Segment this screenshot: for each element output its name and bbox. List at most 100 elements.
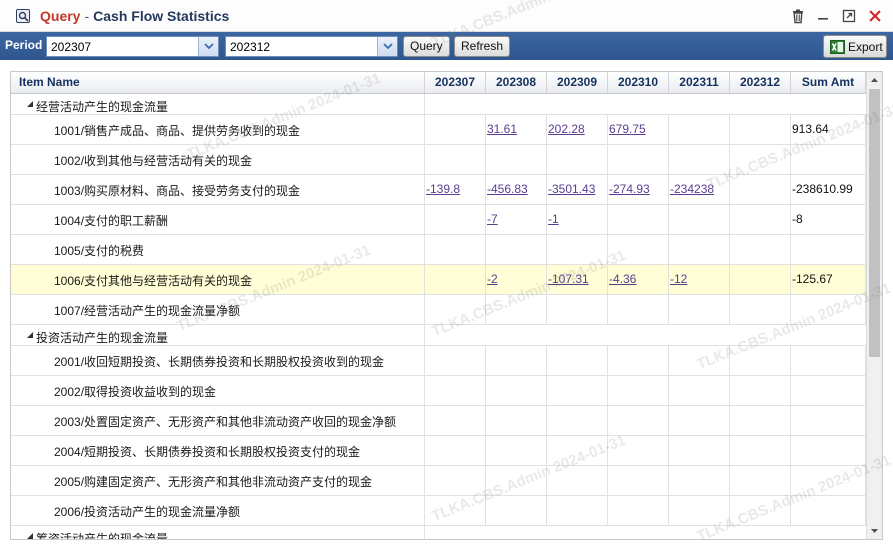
value-cell xyxy=(730,406,791,435)
sum-cell: -238610.99 xyxy=(791,175,866,204)
table-row[interactable]: 1006/支付其他与经营活动有关的现金 -2 -107.31 -4.36 -12 -125… xyxy=(11,265,866,295)
scroll-down-icon[interactable] xyxy=(867,523,882,539)
table-row[interactable]: 2004/短期投资、长期债券投资和长期股权投资支付的现金 xyxy=(11,436,866,466)
group-row[interactable]: 经营活动产生的现金流量 xyxy=(11,94,866,115)
value-cell[interactable]: 679.75 xyxy=(608,115,669,144)
expand-triangle-icon[interactable] xyxy=(27,101,33,107)
value-cell[interactable]: -7 xyxy=(486,205,547,234)
table-row[interactable]: 1002/收到其他与经营活动有关的现金 xyxy=(11,145,866,175)
value-cell[interactable]: -139.8 xyxy=(425,175,486,204)
sum-cell xyxy=(791,346,866,375)
expand-triangle-icon[interactable] xyxy=(27,533,33,539)
value-cell xyxy=(730,205,791,234)
value-cell xyxy=(425,325,486,345)
trash-icon[interactable] xyxy=(790,8,806,24)
value-link[interactable]: -3501.43 xyxy=(548,182,595,196)
value-link[interactable]: -107.31 xyxy=(548,272,589,286)
value-link[interactable]: -234238 xyxy=(670,182,714,196)
column-header-period[interactable]: 202312 xyxy=(730,72,791,93)
value-link[interactable]: -12 xyxy=(670,272,687,286)
value-cell[interactable]: -456.83 xyxy=(486,175,547,204)
value-cell xyxy=(547,376,608,405)
value-link[interactable]: -1 xyxy=(548,212,559,226)
column-header-sum-amt[interactable]: Sum Amt xyxy=(791,72,866,93)
value-link[interactable]: 31.61 xyxy=(487,122,517,136)
chevron-down-icon[interactable] xyxy=(198,37,218,56)
value-cell xyxy=(486,526,547,539)
group-row[interactable]: 筹资活动产生的现金流量 xyxy=(11,526,866,539)
minimize-icon[interactable] xyxy=(815,8,831,24)
chevron-down-icon[interactable] xyxy=(377,37,397,56)
value-cell[interactable]: -274.93 xyxy=(608,175,669,204)
value-link[interactable]: -274.93 xyxy=(609,182,650,196)
value-link[interactable]: 679.75 xyxy=(609,122,646,136)
maximize-icon[interactable] xyxy=(841,8,857,24)
value-cell xyxy=(730,496,791,525)
period-from-input[interactable] xyxy=(47,37,198,56)
value-cell[interactable]: -3501.43 xyxy=(547,175,608,204)
table-row[interactable]: 1004/支付的职工薪酬 -7 -1 -8 xyxy=(11,205,866,235)
scrollbar-thumb[interactable] xyxy=(869,89,880,357)
expand-triangle-icon[interactable] xyxy=(27,332,33,338)
period-from-select[interactable] xyxy=(46,36,219,57)
value-link[interactable]: -456.83 xyxy=(487,182,528,196)
value-link[interactable]: -2 xyxy=(487,272,498,286)
item-name-cell: 1002/收到其他与经营活动有关的现金 xyxy=(11,145,425,174)
value-cell[interactable]: 202.28 xyxy=(547,115,608,144)
vertical-scrollbar[interactable] xyxy=(866,72,882,539)
value-cell[interactable]: -107.31 xyxy=(547,265,608,294)
table-row[interactable]: 2006/投资活动产生的现金流量净额 xyxy=(11,496,866,526)
column-header-period[interactable]: 202310 xyxy=(608,72,669,93)
column-header-period[interactable]: 202309 xyxy=(547,72,608,93)
value-cell xyxy=(730,466,791,495)
table-row[interactable]: 2001/收回短期投资、长期债券投资和长期股权投资收到的现金 xyxy=(11,346,866,376)
column-header-item-name[interactable]: Item Name xyxy=(11,72,425,93)
value-cell[interactable]: -234238 xyxy=(669,175,730,204)
value-cell xyxy=(425,496,486,525)
value-cell[interactable]: 31.61 xyxy=(486,115,547,144)
value-link[interactable]: -7 xyxy=(487,212,498,226)
value-link[interactable]: 202.28 xyxy=(548,122,585,136)
table-row[interactable]: 1003/购买原材料、商品、接受劳务支付的现金 -139.8 -456.83 -350… xyxy=(11,175,866,205)
value-cell xyxy=(730,376,791,405)
column-header-period[interactable]: 202307 xyxy=(425,72,486,93)
table-row[interactable]: 1001/销售产成品、商品、提供劳务收到的现金 31.61 202.28 679.75… xyxy=(11,115,866,145)
sum-cell xyxy=(791,436,866,465)
period-to-select[interactable] xyxy=(225,36,398,57)
sum-cell xyxy=(791,376,866,405)
title-bar: Query - Cash Flow Statistics xyxy=(0,0,893,32)
table-row[interactable]: 1007/经营活动产生的现金流量净额 xyxy=(11,295,866,325)
column-header-period[interactable]: 202311 xyxy=(669,72,730,93)
value-cell xyxy=(547,145,608,174)
item-name-cell: 2004/短期投资、长期债券投资和长期股权投资支付的现金 xyxy=(11,436,425,465)
value-cell xyxy=(669,145,730,174)
value-cell xyxy=(547,406,608,435)
table-row[interactable]: 2005/购建固定资产、无形资产和其他非流动资产支付的现金 xyxy=(11,466,866,496)
column-header-period[interactable]: 202308 xyxy=(486,72,547,93)
sum-value: -125.67 xyxy=(792,272,833,286)
close-icon[interactable] xyxy=(867,8,883,24)
value-link[interactable]: -4.36 xyxy=(609,272,636,286)
value-cell xyxy=(730,265,791,294)
value-cell xyxy=(608,526,669,539)
export-button[interactable]: Export xyxy=(823,35,887,58)
table-row[interactable]: 1005/支付的税费 xyxy=(11,235,866,265)
value-cell[interactable]: -12 xyxy=(669,265,730,294)
group-row[interactable]: 投资活动产生的现金流量 xyxy=(11,325,866,346)
scroll-up-icon[interactable] xyxy=(867,72,882,88)
query-button[interactable]: Query xyxy=(403,36,450,57)
value-cell xyxy=(486,145,547,174)
refresh-button[interactable]: Refresh xyxy=(454,36,511,57)
sum-cell xyxy=(791,406,866,435)
period-to-input[interactable] xyxy=(226,37,377,56)
sum-cell xyxy=(791,325,866,345)
value-link[interactable]: -139.8 xyxy=(426,182,460,196)
value-cell[interactable]: -1 xyxy=(547,205,608,234)
table-row[interactable]: 2003/处置固定资产、无形资产和其他非流动资产收回的现金净额 xyxy=(11,406,866,436)
table-row[interactable]: 2002/取得投资收益收到的现金 xyxy=(11,376,866,406)
item-name-label: 2006/投资活动产生的现金流量净额 xyxy=(54,505,241,519)
value-cell xyxy=(669,376,730,405)
value-cell xyxy=(669,205,730,234)
value-cell[interactable]: -2 xyxy=(486,265,547,294)
value-cell[interactable]: -4.36 xyxy=(608,265,669,294)
